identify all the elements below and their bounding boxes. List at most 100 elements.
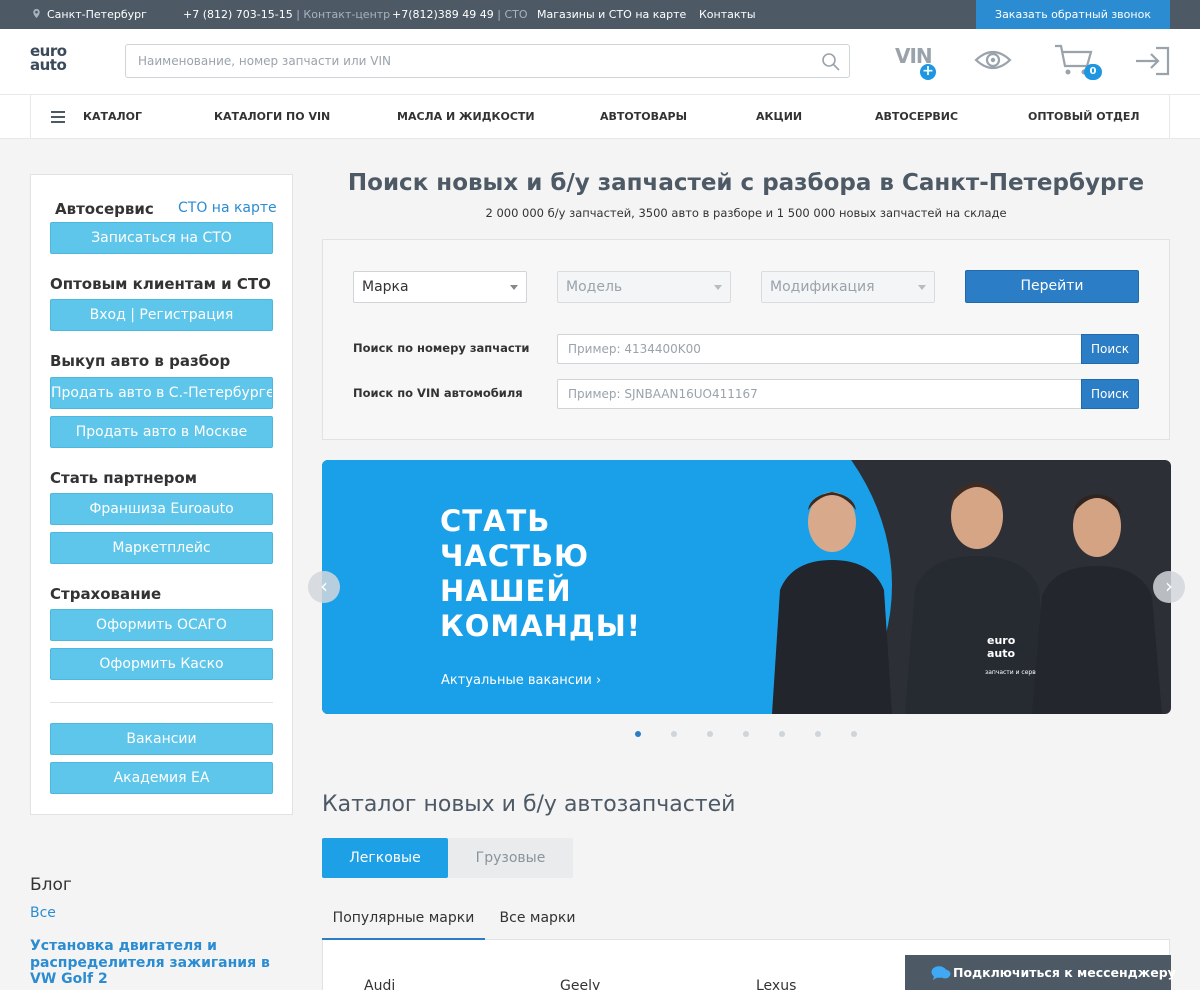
- cart-button[interactable]: 0: [1053, 42, 1108, 82]
- part-search-label: Поиск по номеру запчасти: [353, 341, 530, 355]
- nav-item-wholesale[interactable]: ОПТОВЫЙ ОТДЕЛ: [1028, 95, 1140, 139]
- sell-car-msk-button[interactable]: Продать авто в Москве: [50, 416, 273, 448]
- banner-headline: СТАТЬ ЧАСТЬЮ НАШЕЙ КОМАНДЫ!: [440, 504, 642, 643]
- city-selector[interactable]: Санкт-Петербург: [31, 0, 147, 29]
- phone-note: | Контакт-центр: [296, 8, 391, 21]
- carousel-dot[interactable]: [851, 731, 857, 737]
- insurance-heading: Страхование: [50, 585, 162, 603]
- model-select[interactable]: Модель: [557, 271, 731, 303]
- make-select-value: Марка: [362, 279, 409, 295]
- sto-map-link[interactable]: СТО на карте: [178, 200, 277, 216]
- go-button[interactable]: Перейти: [965, 270, 1139, 303]
- stores-map-link[interactable]: Магазины и СТО на карте: [537, 0, 686, 29]
- chevron-down-icon: [918, 285, 926, 290]
- franchise-button[interactable]: Франшиза Euroauto: [50, 493, 273, 525]
- phone-number: +7 (812) 703-15-15: [183, 8, 293, 21]
- nav-divider: [30, 95, 31, 139]
- promo-banner[interactable]: СТАТЬ ЧАСТЬЮ НАШЕЙ КОМАНДЫ! Актуальные в…: [322, 460, 1171, 714]
- nav-item-vin-catalogs[interactable]: КАТАЛОГИ ПО VIN: [214, 95, 330, 139]
- osago-button[interactable]: Оформить ОСАГО: [50, 609, 273, 641]
- phone-contact-center[interactable]: +7 (812) 703-15-15 | Контакт-центр: [183, 0, 390, 29]
- menu-icon[interactable]: [51, 111, 65, 123]
- logo[interactable]: euro auto: [30, 44, 78, 78]
- nav-item-catalog[interactable]: КАТАЛОГ: [83, 95, 142, 139]
- chevron-left-icon: ‹: [320, 574, 328, 598]
- tab-all-brands[interactable]: Все марки: [485, 900, 590, 939]
- header: euro auto VIN + 0: [0, 29, 1200, 94]
- carousel-dot[interactable]: [743, 731, 749, 737]
- kasko-button[interactable]: Оформить Каско: [50, 648, 273, 680]
- page-title: Поиск новых и б/у запчастей с разбора в …: [347, 170, 1145, 196]
- partner-heading: Стать партнером: [50, 469, 197, 487]
- city-name: Санкт-Петербург: [47, 8, 147, 21]
- vin-search-label: Поиск по VIN автомобиля: [353, 386, 523, 400]
- person-illustration: [1032, 494, 1162, 714]
- blog-post-link[interactable]: Установка двигателя и распределителя заж…: [30, 938, 285, 988]
- login-icon[interactable]: [1134, 46, 1172, 76]
- vacancies-button[interactable]: Вакансии: [50, 723, 273, 755]
- carousel-dot[interactable]: [707, 731, 713, 737]
- phone-sto[interactable]: +7(812)389 49 49 | СТО: [392, 0, 528, 29]
- person-illustration: [772, 492, 892, 714]
- phone-number: +7(812)389 49 49: [392, 8, 494, 21]
- carousel-prev-button[interactable]: ‹: [308, 571, 340, 603]
- wholesale-heading: Оптовым клиентам и СТО: [50, 275, 271, 293]
- plus-icon: +: [920, 64, 936, 80]
- brand-tabs: Популярные марки Все марки: [322, 900, 1170, 940]
- phone-note: | СТО: [497, 8, 528, 21]
- blog-heading: Блог: [30, 875, 72, 895]
- messenger-label: Подключиться к мессенджеру: [953, 965, 1176, 980]
- sell-car-spb-button[interactable]: Продать авто в С.-Петербурге: [50, 377, 273, 409]
- tab-popular-brands[interactable]: Популярные марки: [322, 900, 485, 940]
- carousel-dot[interactable]: [815, 731, 821, 737]
- academy-button[interactable]: Академия ЕА: [50, 762, 273, 794]
- modification-select[interactable]: Модификация: [761, 271, 935, 303]
- signup-sto-button[interactable]: Записаться на СТО: [50, 222, 273, 254]
- cart-count-badge: 0: [1084, 64, 1102, 80]
- banner-vacancies-link[interactable]: Актуальные вакансии ›: [441, 673, 601, 688]
- search-box: [125, 44, 850, 78]
- chevron-right-icon: ›: [1165, 574, 1173, 598]
- search-icon[interactable]: [821, 52, 841, 72]
- make-select[interactable]: Марка: [353, 271, 527, 303]
- vin-field: [557, 379, 1082, 409]
- brand-link[interactable]: Geely: [560, 978, 600, 990]
- nav-item-autoservice[interactable]: АВТОСЕРВИС: [875, 95, 958, 139]
- vin-search-button[interactable]: Поиск: [1081, 379, 1139, 409]
- buyout-heading: Выкуп авто в разбор: [50, 352, 231, 370]
- carousel-dot[interactable]: [779, 731, 785, 737]
- brand-link[interactable]: Audi: [364, 978, 395, 990]
- sidebar-divider: [50, 702, 273, 703]
- nav-item-promotions[interactable]: АКЦИИ: [756, 95, 802, 139]
- eye-icon[interactable]: [974, 46, 1012, 74]
- nav-divider: [1169, 95, 1170, 139]
- sidebar: Автосервис СТО на карте Записаться на СТ…: [30, 174, 293, 815]
- carousel-dot[interactable]: [671, 731, 677, 737]
- messenger-button[interactable]: Подключиться к мессенджеру: [905, 955, 1176, 990]
- autoservice-heading: Автосервис: [55, 200, 154, 218]
- location-pin-icon: [33, 8, 40, 19]
- carousel-dot[interactable]: [635, 731, 641, 737]
- part-number-input[interactable]: [558, 335, 1081, 363]
- top-bar: Санкт-Петербург +7 (812) 703-15-15 | Кон…: [0, 0, 1200, 29]
- marketplace-button[interactable]: Маркетплейс: [50, 532, 273, 564]
- callback-button[interactable]: Заказать обратный звонок: [976, 0, 1170, 29]
- contacts-link[interactable]: Контакты: [699, 0, 756, 29]
- segment-trucks[interactable]: Грузовые: [448, 838, 573, 878]
- page-subtitle: 2 000 000 б/у запчастей, 3500 авто в раз…: [485, 206, 1007, 220]
- part-search-button[interactable]: Поиск: [1081, 334, 1139, 364]
- segment-cars[interactable]: Легковые: [322, 838, 448, 878]
- uniform-logo: euro: [987, 634, 1016, 647]
- search-input[interactable]: [138, 45, 798, 77]
- carousel-next-button[interactable]: ›: [1153, 571, 1185, 603]
- part-number-field: [557, 334, 1082, 364]
- banner-link-text: Актуальные вакансии: [441, 673, 592, 688]
- blog-all-link[interactable]: Все: [30, 905, 56, 921]
- nav-item-oils[interactable]: МАСЛА И ЖИДКОСТИ: [397, 95, 535, 139]
- login-register-button[interactable]: Вход | Регистрация: [50, 299, 273, 331]
- vin-input[interactable]: [558, 380, 1081, 408]
- nav-item-autogoods[interactable]: АВТОТОВАРЫ: [600, 95, 687, 139]
- vin-search-button[interactable]: VIN +: [895, 44, 940, 80]
- brand-link[interactable]: Lexus: [756, 978, 796, 990]
- main-nav: КАТАЛОГ КАТАЛОГИ ПО VIN МАСЛА И ЖИДКОСТИ…: [0, 94, 1200, 139]
